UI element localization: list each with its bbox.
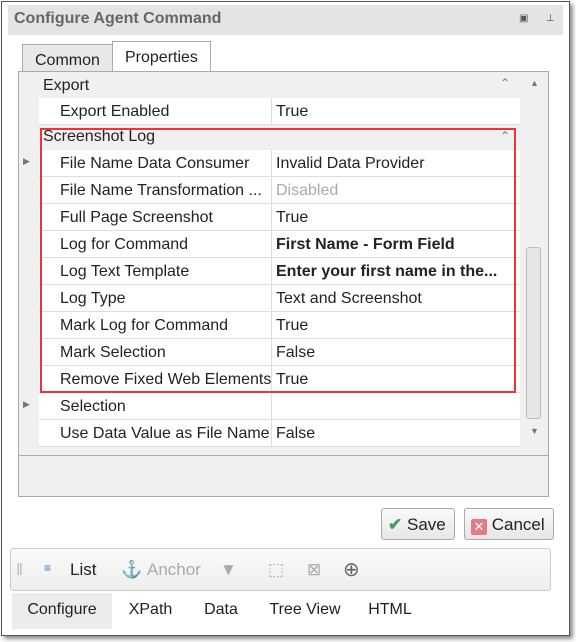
property-row[interactable]: Export Enabled True [19, 98, 520, 125]
chevron-up-icon[interactable]: ⌃ [500, 129, 510, 143]
property-name: Selection [39, 393, 271, 420]
tab-label: HTML [368, 601, 412, 618]
property-value[interactable]: Invalid Data Provider [271, 150, 520, 177]
property-name: Log for Command [39, 231, 271, 258]
anchor-button[interactable]: Anchor [147, 560, 201, 580]
bottom-tab[interactable]: HTML [358, 593, 422, 629]
tab-label: Tree View [269, 601, 341, 618]
pin-icon[interactable]: ⊥ [546, 13, 555, 24]
property-value[interactable]: Text and Screenshot [271, 285, 520, 312]
property-row[interactable]: Log Text Template Enter your first name i… [19, 258, 520, 285]
remove-frame-icon[interactable]: ⊠ [307, 560, 321, 580]
select-frame-icon[interactable]: ⬚ [268, 560, 284, 580]
grip-handle[interactable]: ‖ [16, 560, 23, 580]
toolbar: ‖ ≡ List ⚓ Anchor ▼ ⬚ ⊠ ⊕ [10, 548, 551, 591]
expand-arrow-icon[interactable]: ▶ [23, 399, 30, 410]
property-value[interactable]: True [271, 312, 520, 339]
property-value[interactable]: False [271, 420, 520, 447]
save-label: Save [406, 515, 446, 534]
property-name: Remove Fixed Web Elements [39, 366, 271, 393]
checkmark-icon: ✔ [388, 515, 403, 534]
list-icon[interactable]: ≡ [44, 561, 51, 575]
anchor-icon[interactable]: ⚓ [121, 560, 142, 580]
property-value[interactable] [271, 393, 520, 420]
tab-label: Properties [125, 49, 198, 66]
property-row[interactable]: Remove Fixed Web Elements True [19, 366, 520, 393]
property-name: Export Enabled [39, 98, 271, 125]
cancel-button[interactable]: ✕ Cancel [464, 508, 554, 540]
property-name: Full Page Screenshot [39, 204, 271, 231]
tab-properties[interactable]: Properties [112, 41, 211, 73]
category-label: Export [43, 77, 90, 94]
property-row[interactable]: Mark Log for Command True [19, 312, 520, 339]
category-screenshot-log[interactable]: Screenshot Log ⌃ [19, 125, 520, 152]
property-row[interactable]: Mark Selection False [19, 339, 520, 366]
target-icon[interactable]: ⊕ [343, 557, 360, 582]
property-name: Log Text Template [39, 258, 271, 285]
bottom-tab[interactable]: Configure [12, 593, 112, 629]
cancel-label: Cancel [491, 515, 545, 534]
property-name: File Name Transformation ... [39, 177, 271, 204]
category-export[interactable]: Export ⌃ [19, 72, 520, 99]
property-row[interactable]: Log Type Text and Screenshot [19, 285, 520, 312]
cancel-icon: ✕ [471, 519, 487, 535]
bottom-tab[interactable]: XPath [114, 593, 187, 629]
property-name: Mark Log for Command [39, 312, 271, 339]
property-name: Use Data Value as File Name [39, 420, 271, 447]
category-label: Screenshot Log [43, 128, 156, 145]
chevron-up-icon[interactable]: ⌃ [500, 76, 510, 90]
property-row[interactable]: Full Page Screenshot True [19, 204, 520, 231]
title-bar: Configure Agent Command ▣ ⊥ [8, 5, 563, 35]
window-title: Configure Agent Command [14, 10, 222, 27]
property-grid: Export ⌃ Export Enabled True Screenshot Lo… [18, 71, 549, 456]
property-value[interactable]: False [271, 339, 520, 366]
property-value[interactable]: Enter your first name in the... [271, 258, 520, 285]
restore-icon[interactable]: ▣ [519, 13, 528, 24]
tab-label: Configure [27, 601, 97, 618]
property-row[interactable]: Use Data Value as File Name False [19, 420, 520, 447]
tab-common[interactable]: Common [22, 44, 113, 72]
property-name: Log Type [39, 285, 271, 312]
property-name: File Name Data Consumer [39, 150, 271, 177]
property-value[interactable]: First Name - Form Field [271, 231, 520, 258]
property-row[interactable]: ▶ Selection [19, 393, 520, 420]
tab-label: XPath [128, 601, 173, 618]
filter-icon[interactable]: ▼ [220, 560, 237, 580]
bottom-tab[interactable]: Data [189, 593, 253, 629]
property-row[interactable]: ▶ File Name Data Consumer Invalid Data Pro… [19, 150, 520, 177]
property-value[interactable]: True [271, 366, 520, 393]
tab-label: Data [204, 601, 238, 618]
property-value[interactable]: Disabled [271, 177, 520, 204]
property-value[interactable]: True [271, 204, 520, 231]
property-name: Mark Selection [39, 339, 271, 366]
property-row[interactable]: Log for Command First Name - Form Field [19, 231, 520, 258]
property-value[interactable]: True [271, 98, 520, 125]
property-row[interactable]: File Name Transformation ... Disabled [19, 177, 520, 204]
bottom-tab[interactable]: Tree View [255, 593, 355, 629]
vertical-scrollbar[interactable]: ▲ ▼ [521, 72, 548, 455]
tab-label: Common [35, 52, 100, 69]
expand-arrow-icon[interactable]: ▶ [23, 156, 30, 167]
description-panel [18, 455, 549, 497]
scrollbar-thumb[interactable] [526, 247, 541, 419]
save-button[interactable]: ✔ Save [381, 508, 455, 540]
list-button[interactable]: List [70, 560, 96, 580]
scroll-up-icon[interactable]: ▲ [530, 78, 539, 88]
scroll-down-icon[interactable]: ▼ [530, 426, 539, 436]
